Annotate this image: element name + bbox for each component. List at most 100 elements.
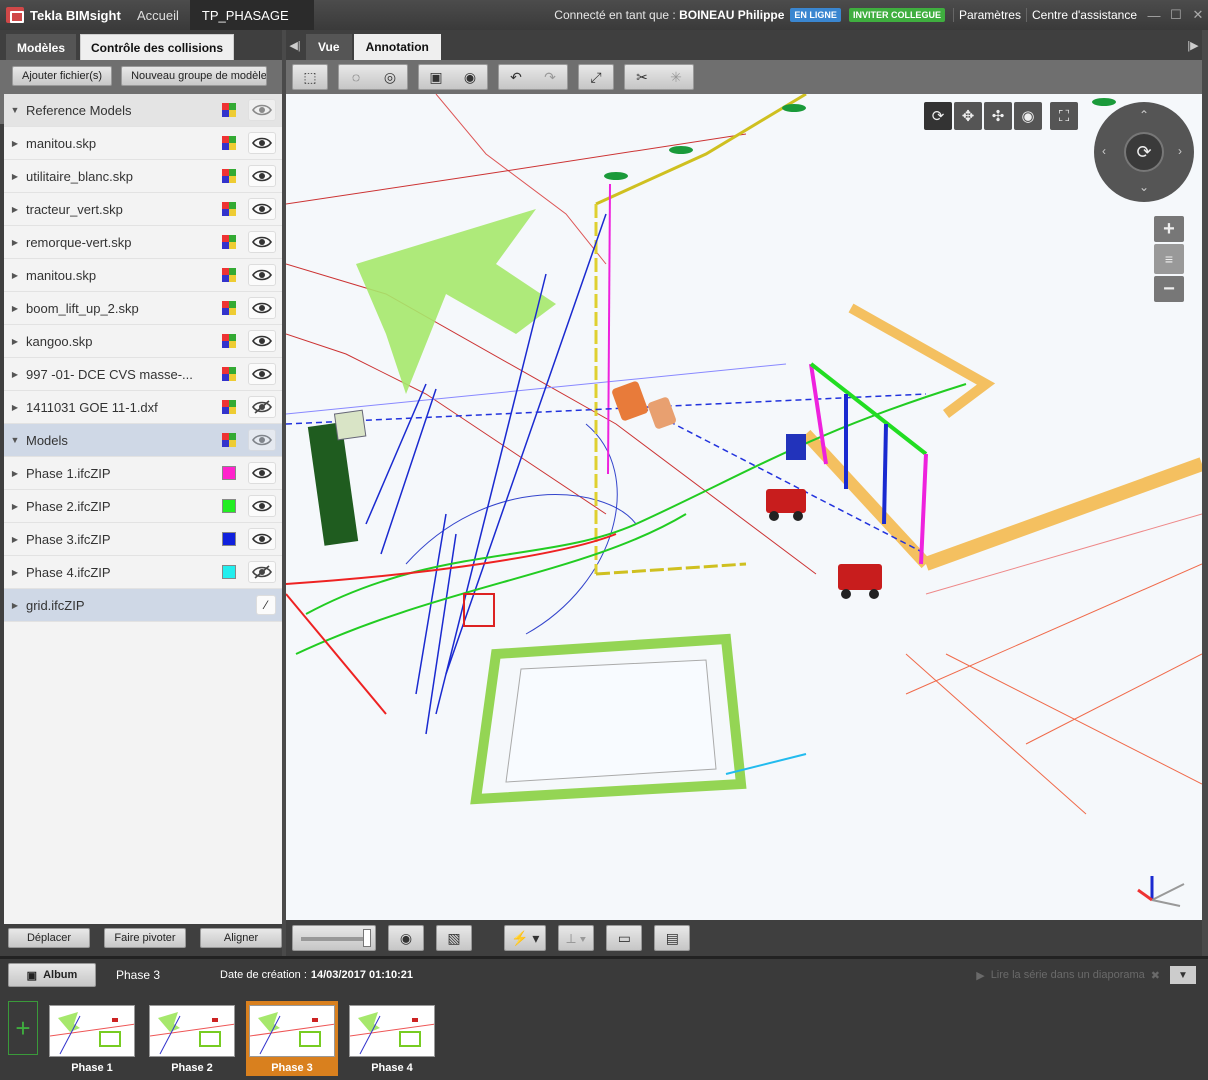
model-item[interactable]: ▶ manitou.skp [4, 259, 282, 292]
nav-left-icon[interactable]: ‹ [1102, 144, 1106, 158]
album-button[interactable]: ▣ Album [8, 963, 96, 987]
eye-icon[interactable] [248, 429, 276, 451]
collapse-left-icon[interactable]: ◀| [286, 30, 304, 60]
flash-icon[interactable]: ⚡ ▾ [504, 925, 547, 951]
color-icon[interactable] [222, 334, 236, 348]
minimize-icon[interactable]: — [1144, 5, 1164, 25]
model-item[interactable]: ▶ manitou.skp [4, 127, 282, 160]
undo-icon[interactable]: ↶ [499, 65, 533, 89]
rotate-icon[interactable]: ⟳ [924, 102, 952, 130]
eye-icon[interactable] [248, 99, 276, 121]
color-icon[interactable] [222, 268, 236, 282]
model-item[interactable]: ▶ 1411031 GOE 11-1.dxf [4, 391, 282, 424]
show-icon[interactable]: ◎ [373, 65, 407, 89]
eye-icon[interactable] [248, 462, 276, 484]
maximize-icon[interactable]: ☐ [1166, 5, 1186, 25]
model-item[interactable]: ▶ Phase 4.ifcZIP [4, 556, 282, 589]
new-model-group-button[interactable]: Nouveau groupe de modèles [121, 66, 268, 86]
zoom-in-icon[interactable]: + [1154, 216, 1184, 242]
camera-icon[interactable]: ◉ [453, 65, 487, 89]
expand-icon[interactable]: ▼ [4, 105, 26, 115]
add-snapshot-button[interactable]: + [8, 1001, 38, 1055]
color-icon[interactable] [222, 532, 236, 546]
expand-icon[interactable]: ▶ [4, 535, 26, 544]
expand-icon[interactable]: ▶ [4, 337, 26, 346]
eye-icon[interactable] [248, 132, 276, 154]
fly-icon[interactable]: ✣ [984, 102, 1012, 130]
eye-icon[interactable] [248, 396, 276, 418]
model-item[interactable]: ▶ kangoo.skp [4, 325, 282, 358]
orbit-center-icon[interactable]: ⟳ [1124, 132, 1164, 172]
help-center-link[interactable]: Centre d'assistance [1025, 8, 1142, 22]
rotate-button[interactable]: Faire pivoter [104, 928, 186, 948]
color-icon[interactable] [222, 103, 236, 117]
clip-icon[interactable]: ✂ [625, 65, 659, 89]
box-icon[interactable]: ▧ [436, 925, 472, 951]
expand-icon[interactable]: ▶ [4, 271, 26, 280]
model-item[interactable]: ▶ Phase 1.ifcZIP [4, 457, 282, 490]
model-item[interactable]: ▶ 997 -01- DCE CVS masse-... [4, 358, 282, 391]
color-icon[interactable] [222, 235, 236, 249]
eye-icon[interactable]: ◉ [388, 925, 424, 951]
note-icon[interactable]: ▤ [654, 925, 691, 951]
model-group[interactable]: ▼ Models [4, 424, 282, 457]
model-item[interactable]: ▶ boom_lift_up_2.skp [4, 292, 282, 325]
expand-icon[interactable]: ▶ [4, 370, 26, 379]
navigation-wheel[interactable]: ⌃ ⌄ ‹ › ⟳ [1094, 102, 1194, 202]
hide-icon[interactable]: ◌ [339, 65, 373, 89]
expand-icon[interactable]: ▶ [4, 502, 26, 511]
look-icon[interactable]: ◉ [1014, 102, 1042, 130]
model-item[interactable]: ▶ remorque-vert.skp [4, 226, 282, 259]
eye-icon[interactable] [248, 198, 276, 220]
eye-icon[interactable] [248, 231, 276, 253]
clip-settings-icon[interactable]: ✳ [659, 65, 693, 89]
collapse-right-icon[interactable]: |▶ [1184, 30, 1202, 60]
nav-down-icon[interactable]: ⌄ [1139, 180, 1149, 194]
model-item[interactable]: ▶ Phase 3.ifcZIP [4, 523, 282, 556]
color-icon[interactable] [222, 499, 236, 513]
zoom-slider[interactable]: ≡ [1154, 244, 1184, 274]
measure-icon[interactable]: ⟂ ▾ [558, 925, 595, 951]
select-box-icon[interactable]: ⬚ [293, 65, 327, 89]
expand-icon[interactable]: ▶ [4, 568, 26, 577]
expand-icon[interactable]: ▶ [4, 139, 26, 148]
nav-right-icon[interactable]: › [1178, 144, 1182, 158]
add-files-button[interactable]: Ajouter fichier(s) [12, 66, 113, 86]
nav-up-icon[interactable]: ⌃ [1139, 108, 1149, 122]
tab-project[interactable]: TP_PHASAGE [189, 0, 314, 30]
tab-models[interactable]: Modèles [6, 34, 77, 60]
fullscreen-icon[interactable]: ⛶ [1050, 102, 1078, 130]
album-thumbnail[interactable]: Phase 1 [46, 1001, 138, 1076]
color-icon[interactable] [222, 466, 236, 480]
slideshow-button[interactable]: ▶ Lire la série dans un diaporama ✖ [976, 969, 1160, 982]
expand-icon[interactable]: ▶ [4, 469, 26, 478]
color-icon[interactable] [222, 367, 236, 381]
3d-viewport[interactable]: ⟳ ✥ ✣ ◉ ⛶ ⌃ ⌄ ‹ › ⟳ + ≡ − [286, 94, 1202, 920]
eye-icon[interactable] [248, 264, 276, 286]
pan-icon[interactable]: ✥ [954, 102, 982, 130]
model-item[interactable]: ▶ Phase 2.ifcZIP [4, 490, 282, 523]
redo-icon[interactable]: ↷ [533, 65, 567, 89]
model-item[interactable]: ▶ utilitaire_blanc.skp [4, 160, 282, 193]
color-icon[interactable] [222, 136, 236, 150]
eye-icon[interactable] [248, 495, 276, 517]
expand-icon[interactable]: ▶ [4, 601, 26, 610]
color-icon[interactable] [222, 202, 236, 216]
tab-annotation[interactable]: Annotation [353, 34, 441, 60]
expand-icon[interactable]: ▶ [4, 304, 26, 313]
color-icon[interactable] [222, 565, 236, 579]
fit-icon[interactable]: ⤢ [579, 65, 613, 89]
expand-icon[interactable]: ▼ [4, 435, 26, 445]
expand-icon[interactable]: ▶ [4, 238, 26, 247]
transparency-slider[interactable] [292, 925, 376, 951]
grid-edit-icon[interactable]: ⁄ [256, 595, 276, 615]
eye-icon[interactable] [248, 561, 276, 583]
tab-view[interactable]: Vue [306, 34, 352, 60]
tab-clash-check[interactable]: Contrôle des collisions [80, 34, 235, 60]
album-thumbnail[interactable]: Phase 4 [346, 1001, 438, 1076]
tab-home[interactable]: Accueil [126, 0, 190, 30]
model-item[interactable]: ▶ tracteur_vert.skp [4, 193, 282, 226]
model-group[interactable]: ▼ Reference Models [4, 94, 282, 127]
color-icon[interactable] [222, 169, 236, 183]
expand-icon[interactable]: ▶ [4, 172, 26, 181]
